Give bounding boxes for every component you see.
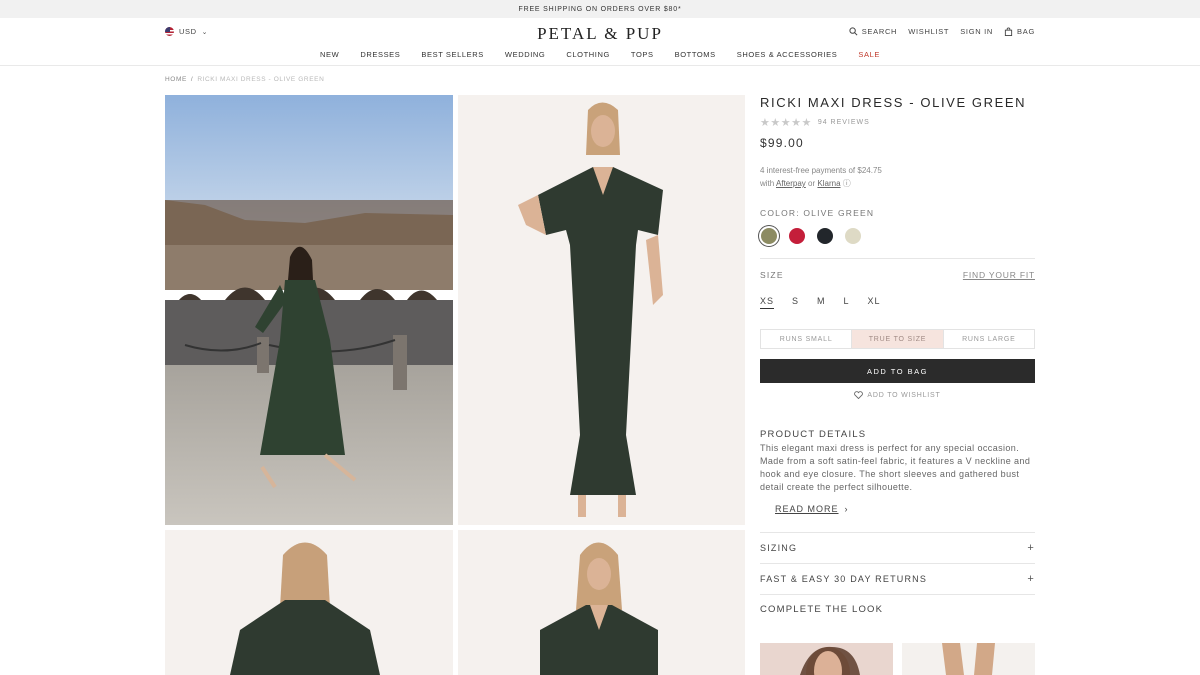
utility-nav: SEARCH WISHLIST SIGN IN BAG	[849, 27, 1035, 36]
promo-bar: FREE SHIPPING ON ORDERS OVER $80*	[0, 0, 1200, 18]
breadcrumb-home[interactable]: HOME	[165, 76, 187, 83]
size-options: XS S M L XL	[760, 296, 1035, 309]
product-info: RICKI MAXI DRESS - OLIVE GREEN ★★★★★ 94 …	[760, 95, 1035, 615]
nav-wedding[interactable]: WEDDING	[505, 50, 545, 59]
star-rating-icon: ★★★★★	[760, 117, 812, 129]
size-s[interactable]: S	[792, 296, 799, 309]
klarna-link[interactable]: Klarna	[817, 179, 840, 188]
wishlist-label: ADD TO WISHLIST	[867, 391, 941, 399]
product-photo-back[interactable]	[165, 530, 453, 675]
product-details-title: PRODUCT DETAILS	[760, 429, 867, 440]
product-title: RICKI MAXI DRESS - OLIVE GREEN	[760, 95, 1027, 110]
add-to-wishlist-button[interactable]: ADD TO WISHLIST	[760, 391, 1035, 399]
installment-text: 4 interest-free payments of $24.75	[760, 166, 882, 175]
complete-look-item-2[interactable]	[902, 643, 1035, 675]
breadcrumb-separator: /	[190, 76, 194, 83]
accordion-sizing[interactable]: SIZING +	[760, 533, 1035, 564]
site-header: USD ⌄ PETAL & PUP SEARCH WISHLIST SIGN I…	[0, 18, 1200, 66]
fit-true-to-size: TRUE TO SIZE	[852, 330, 944, 348]
bag-label: BAG	[1017, 27, 1035, 36]
swatch-red[interactable]	[789, 228, 805, 244]
nav-dresses[interactable]: DRESSES	[360, 50, 400, 59]
accordion-sizing-label: SIZING	[760, 543, 798, 553]
nav-new[interactable]: NEW	[320, 50, 339, 59]
divider	[760, 258, 1035, 259]
product-photo-outdoor[interactable]	[165, 95, 453, 525]
search-link[interactable]: SEARCH	[849, 27, 897, 36]
info-icon[interactable]: ⓘ	[843, 179, 851, 188]
product-photo-front[interactable]	[458, 95, 745, 525]
color-swatches	[760, 228, 1035, 244]
bag-icon	[1004, 27, 1013, 36]
size-l[interactable]: L	[844, 296, 850, 309]
nav-clothing[interactable]: CLOTHING	[566, 50, 610, 59]
size-m[interactable]: M	[817, 296, 826, 309]
breadcrumb: HOME / RICKI MAXI DRESS - OLIVE GREEN	[165, 76, 324, 83]
promo-text: FREE SHIPPING ON ORDERS OVER $80*	[518, 5, 682, 13]
wishlist-link[interactable]: WISHLIST	[908, 27, 949, 36]
fit-indicator: RUNS SMALL TRUE TO SIZE RUNS LARGE	[760, 329, 1035, 349]
accordion-returns[interactable]: FAST & EASY 30 DAY RETURNS +	[760, 564, 1035, 595]
installment-info: 4 interest-free payments of $24.75 with …	[760, 164, 1035, 190]
swatch-cream[interactable]	[845, 228, 861, 244]
add-to-bag-button[interactable]: ADD TO BAG	[760, 359, 1035, 383]
nav-shoes-accessories[interactable]: SHOES & ACCESSORIES	[737, 50, 838, 59]
heart-icon	[854, 391, 864, 399]
chevron-right-icon: ›	[844, 504, 849, 514]
nav-sale[interactable]: SALE	[858, 50, 880, 59]
plus-icon: +	[1027, 573, 1035, 585]
review-count[interactable]: 94 REVIEWS	[818, 119, 870, 126]
find-your-fit-link[interactable]: FIND YOUR FIT	[963, 270, 1035, 280]
nav-best-sellers[interactable]: BEST SELLERS	[421, 50, 484, 59]
complete-the-look-title: COMPLETE THE LOOK	[760, 604, 884, 615]
swatch-olive-green[interactable]	[761, 228, 777, 244]
product-rating[interactable]: ★★★★★ 94 REVIEWS	[760, 116, 1035, 129]
installment-or: or	[808, 179, 816, 188]
bag-link[interactable]: BAG	[1004, 27, 1035, 36]
nav-tops[interactable]: TOPS	[631, 50, 654, 59]
nav-bottoms[interactable]: BOTTOMS	[675, 50, 716, 59]
installment-with: with	[760, 179, 775, 188]
read-more-link[interactable]: READ MORE ›	[775, 504, 849, 514]
product-details-text: This elegant maxi dress is perfect for a…	[760, 443, 1031, 492]
breadcrumb-current: RICKI MAXI DRESS - OLIVE GREEN	[197, 76, 325, 83]
search-icon	[849, 27, 858, 36]
size-header: SIZE FIND YOUR FIT	[760, 270, 1035, 280]
read-more-label: READ MORE	[775, 504, 839, 514]
plus-icon: +	[1027, 542, 1035, 554]
swatch-black[interactable]	[817, 228, 833, 244]
fit-runs-small: RUNS SMALL	[761, 330, 853, 348]
size-xl[interactable]: XL	[868, 296, 881, 309]
search-label: SEARCH	[861, 27, 898, 36]
fit-runs-large: RUNS LARGE	[962, 335, 1016, 343]
accordion-returns-label: FAST & EASY 30 DAY RETURNS	[760, 574, 928, 584]
sign-in-link[interactable]: SIGN IN	[960, 27, 993, 36]
main-nav: NEW DRESSES BEST SELLERS WEDDING CLOTHIN…	[0, 50, 1200, 59]
color-label: COLOR: OLIVE GREEN	[760, 208, 875, 218]
complete-look-item-1[interactable]	[760, 643, 893, 675]
size-xs[interactable]: XS	[760, 296, 775, 309]
afterpay-link[interactable]: Afterpay	[776, 179, 806, 188]
product-photo-close[interactable]	[458, 530, 745, 675]
product-price: $99.00	[760, 136, 804, 150]
size-label: SIZE	[760, 270, 784, 280]
